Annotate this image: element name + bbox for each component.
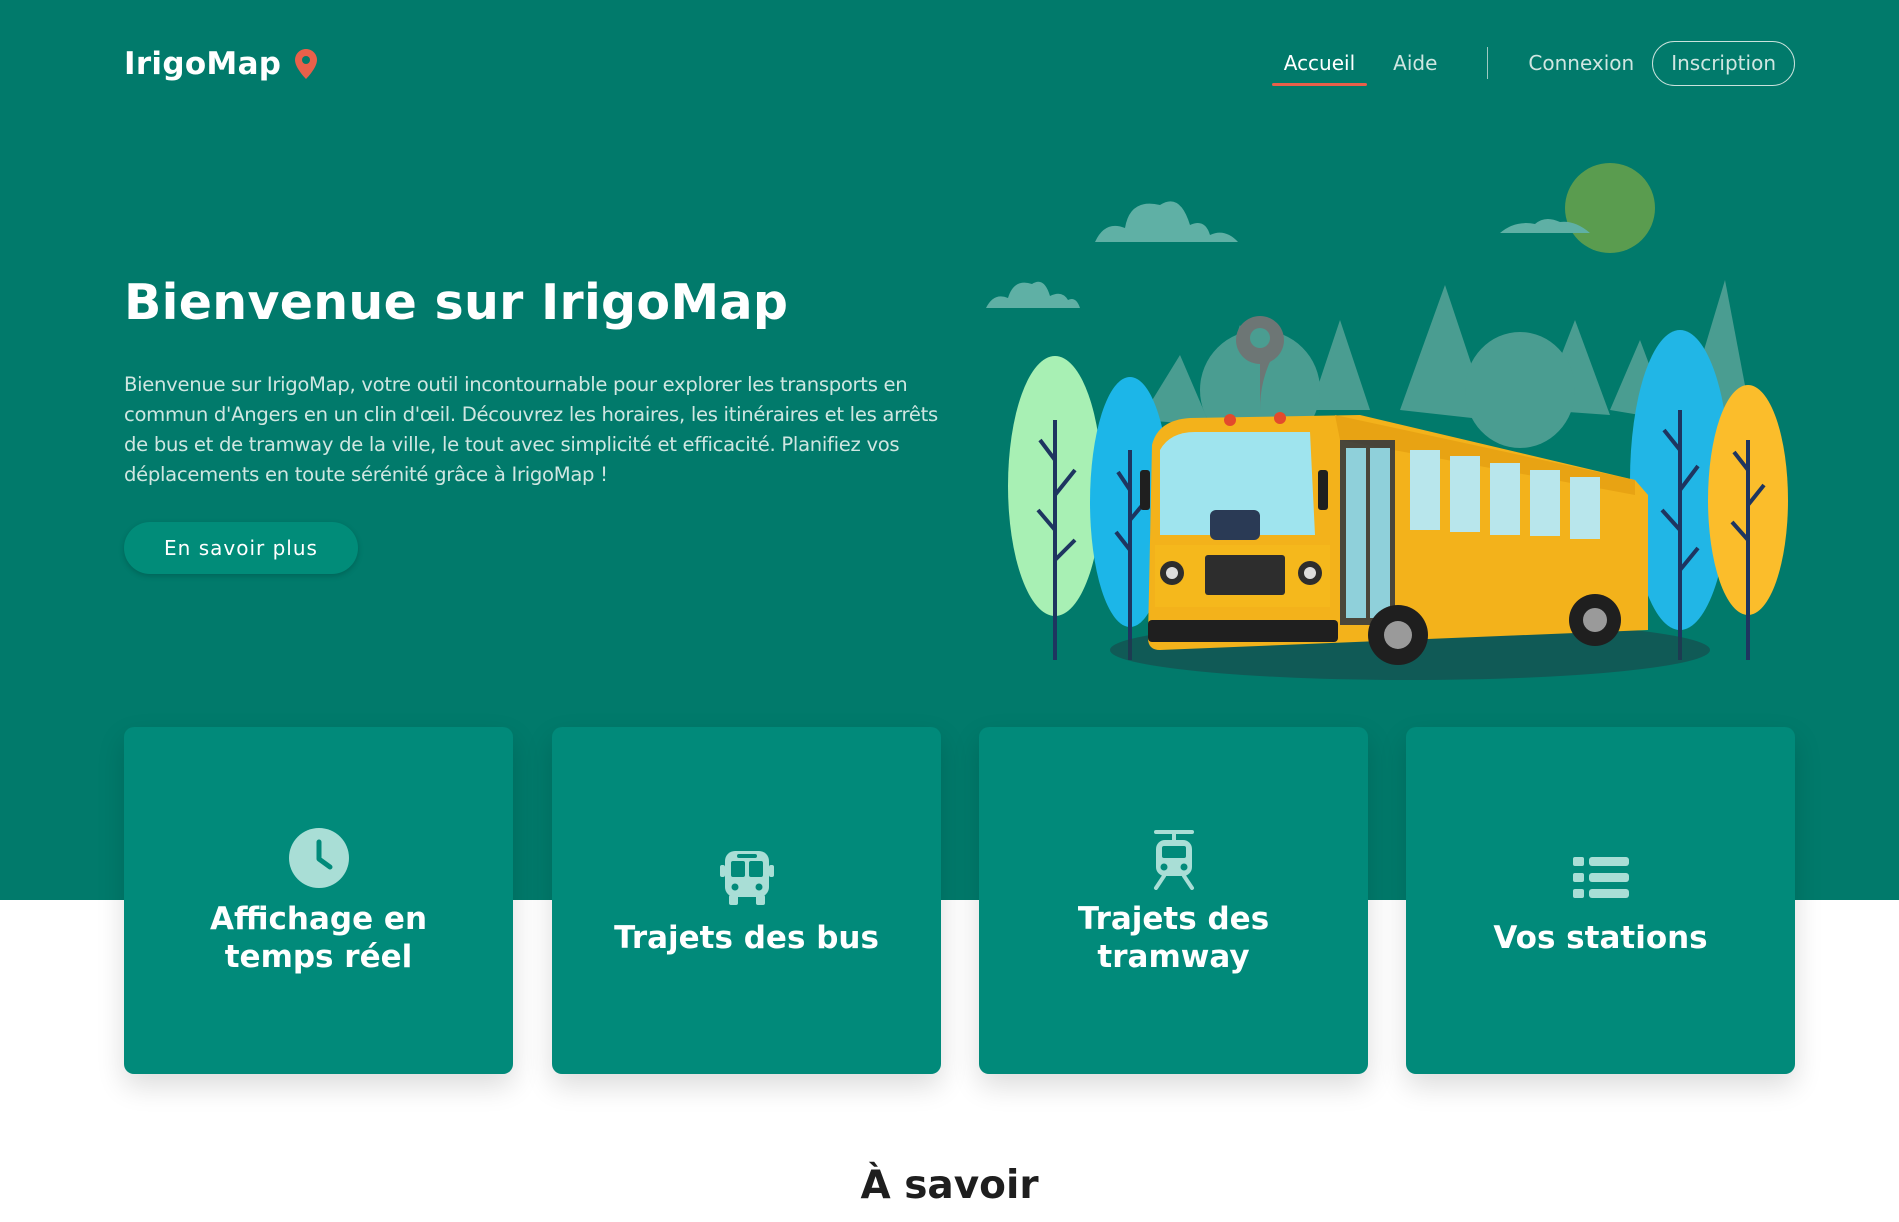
nav-links: Accueil Aide Connexion Inscription	[1271, 38, 1795, 88]
learn-more-button[interactable]: En savoir plus	[124, 522, 358, 574]
bus-icon	[719, 850, 774, 905]
login-link[interactable]: Connexion	[1528, 51, 1634, 75]
feature-card-label: Trajets des tramway	[1077, 900, 1270, 975]
tree-shape	[1708, 385, 1788, 660]
bus-illustration	[986, 163, 1788, 680]
brand-logo[interactable]: IrigoMap	[124, 44, 318, 84]
hero-title: Bienvenue sur IrigoMap	[124, 274, 789, 331]
hero-description: Bienvenue sur IrigoMap, votre outil inco…	[124, 373, 938, 486]
brand-name: IrigoMap	[124, 46, 282, 82]
cloud-shape	[986, 201, 1590, 308]
section-title: À savoir	[860, 1163, 1039, 1208]
nav-link-aide[interactable]: Aide	[1381, 38, 1449, 88]
bus-shape	[1140, 412, 1648, 665]
signup-button[interactable]: Inscription	[1652, 40, 1795, 86]
clock-icon	[288, 827, 349, 888]
nav-divider	[1487, 47, 1489, 79]
feature-card-label: Trajets des bus	[614, 919, 879, 956]
sun-shape	[1565, 163, 1655, 253]
feature-card-label: Affichage en temps réel	[209, 900, 428, 975]
feature-card-realtime[interactable]: Affichage en temps réel	[124, 727, 513, 1074]
feature-card-bus[interactable]: Trajets des bus	[552, 727, 941, 1074]
top-navbar: IrigoMap Accueil Aide Connexion Inscript…	[0, 0, 1899, 125]
feature-card-stations[interactable]: Vos stations	[1406, 727, 1795, 1074]
map-pin-icon	[295, 49, 318, 79]
feature-card-tram[interactable]: Trajets des tramway	[979, 727, 1368, 1074]
nav-link-accueil[interactable]: Accueil	[1271, 38, 1368, 88]
tram-icon	[1153, 829, 1194, 890]
feature-card-label: Vos stations	[1493, 919, 1708, 956]
tree-shape	[1008, 356, 1102, 660]
list-icon	[1572, 856, 1629, 898]
